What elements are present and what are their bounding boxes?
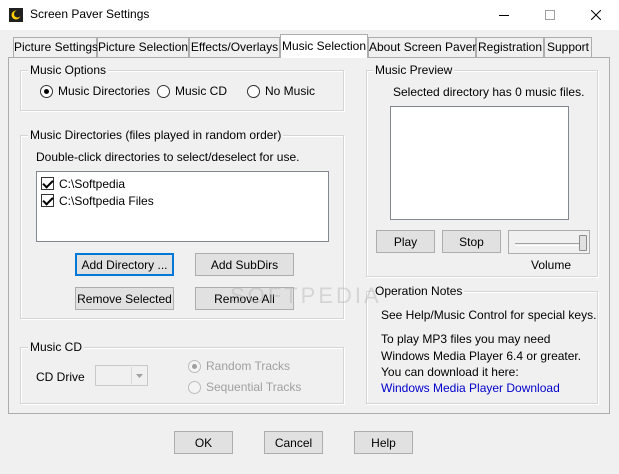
music-preview-status: Selected directory has 0 music files. [393, 85, 585, 99]
play-button[interactable]: Play [376, 230, 435, 253]
maximize-button[interactable] [527, 0, 573, 30]
list-item[interactable]: C:\Softpedia [41, 175, 328, 192]
minimize-button[interactable] [481, 0, 527, 30]
tab-picture-selection[interactable]: Picture Selection [97, 37, 189, 57]
notes-line-1: See Help/Music Control for special keys. [381, 308, 597, 322]
minimize-icon [499, 15, 509, 16]
radio-indicator [188, 380, 201, 394]
checkbox[interactable] [41, 194, 54, 207]
slider-thumb[interactable] [579, 235, 587, 251]
remove-selected-button[interactable]: Remove Selected [75, 287, 174, 310]
radio-music-cd[interactable]: Music CD [157, 84, 227, 98]
music-preview-label: Music Preview [373, 63, 455, 77]
help-button[interactable]: Help [354, 431, 413, 454]
add-directory-button[interactable]: Add Directory ... [75, 253, 174, 276]
music-directories-label: Music Directories (files played in rando… [28, 128, 284, 142]
radio-music-directories[interactable]: Music Directories [40, 84, 150, 98]
radio-indicator [157, 84, 170, 98]
tab-about-screen-paver[interactable]: About Screen Paver [368, 37, 476, 57]
close-icon [591, 10, 601, 20]
tab-picture-settings[interactable]: Picture Settings [13, 37, 98, 57]
operation-notes-label: Operation Notes [373, 284, 465, 298]
window-title: Screen Paver Settings [30, 7, 150, 21]
chevron-down-icon [131, 367, 146, 384]
tab-effects-overlays[interactable]: Effects/Overlays [189, 37, 280, 57]
radio-indicator [188, 359, 201, 373]
music-cd-label: Music CD [28, 340, 85, 354]
stop-button[interactable]: Stop [442, 230, 501, 253]
add-subdirs-button[interactable]: Add SubDirs [195, 253, 294, 276]
tab-registration[interactable]: Registration [476, 37, 544, 57]
checkbox[interactable] [41, 177, 54, 190]
cd-drive-label: CD Drive [36, 370, 85, 384]
cancel-button[interactable]: Cancel [264, 431, 323, 454]
app-icon [8, 7, 24, 23]
notes-line-3: Windows Media Player 6.4 or greater. [381, 349, 582, 363]
windows-media-player-download-link[interactable]: Windows Media Player Download [381, 381, 560, 395]
tab-support[interactable]: Support [544, 37, 592, 57]
title-bar[interactable]: Screen Paver Settings [0, 0, 619, 30]
list-item[interactable]: C:\Softpedia Files [41, 192, 328, 209]
music-directories-hint: Double-click directories to select/desel… [36, 150, 300, 164]
music-files-list[interactable] [390, 106, 569, 220]
notes-line-2: To play MP3 files you may need [381, 332, 551, 346]
radio-indicator [247, 84, 260, 98]
notes-line-4: You can download it here: [381, 365, 519, 379]
tab-music-selection[interactable]: Music Selection [280, 34, 368, 58]
remove-all-button[interactable]: Remove All [195, 287, 294, 310]
slider-track [515, 243, 583, 246]
maximize-icon [545, 10, 555, 20]
cd-drive-select[interactable] [95, 365, 148, 386]
close-button[interactable] [573, 0, 619, 30]
radio-sequential-tracks[interactable]: Sequential Tracks [188, 380, 301, 394]
radio-no-music[interactable]: No Music [247, 84, 315, 98]
directories-list[interactable]: C:\Softpedia C:\Softpedia Files [36, 171, 329, 242]
radio-indicator [40, 84, 53, 98]
music-options-label: Music Options [28, 63, 109, 77]
ok-button[interactable]: OK [174, 431, 233, 454]
radio-random-tracks[interactable]: Random Tracks [188, 359, 290, 373]
volume-slider[interactable] [508, 230, 590, 254]
volume-label: Volume [531, 258, 572, 272]
